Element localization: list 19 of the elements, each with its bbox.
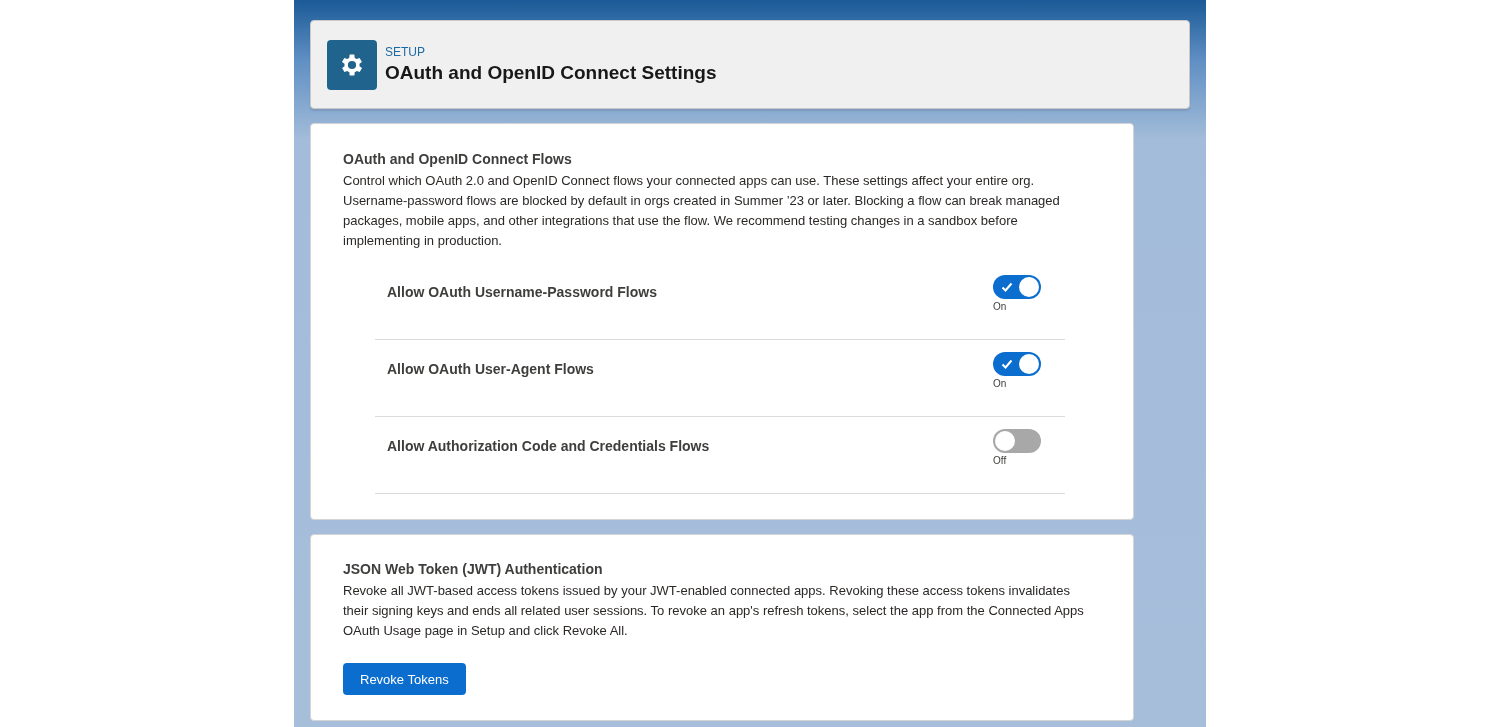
toggle-state-label: On: [993, 378, 1007, 389]
checkmark-icon: [1001, 281, 1013, 293]
checkmark-icon: [1001, 358, 1013, 370]
toggle-switch[interactable]: [993, 275, 1041, 299]
section-description: Revoke all JWT-based access tokens issued by your JWT-enabled connected apps. Revoking these access tokens invalidates their signing keys and ends all related user sessions. To revoke an app's refresh tokens, select the app from the Connected Apps OAuth Usage page in Setup and click Revoke All.: [343, 582, 1085, 640]
page-title: OAuth and OpenID Connect Settings: [385, 62, 717, 84]
setting-label: Allow OAuth Username-Password Flows: [387, 284, 657, 300]
section-description: Control which OAuth 2.0 and OpenID Connect flows your connected apps can use. These settings affect your entire org. Username-password flows are blocked by default in orgs created in Summer ’23 or later. Blocking a flow can break managed packages, mobile apps, and other integrations that use the flow. We recommend testing changes in a sandbox before implementing in production.: [343, 172, 1061, 250]
section-title: OAuth and OpenID Connect Flows: [343, 151, 573, 167]
toggle-state-label: On: [993, 301, 1007, 312]
breadcrumb-label: SETUP: [385, 45, 426, 59]
section-title: JSON Web Token (JWT) Authentication: [343, 561, 604, 577]
toggle-switch[interactable]: [993, 429, 1041, 453]
setting-label: Allow OAuth User-Agent Flows: [387, 361, 594, 377]
revoke-tokens-button[interactable]: Revoke Tokens: [343, 663, 466, 695]
toggle-state-label: Off: [993, 455, 1007, 466]
toggle-switch[interactable]: [993, 352, 1041, 376]
settings-icon: [327, 39, 377, 90]
setting-label: Allow Authorization Code and Credentials Flows: [387, 438, 710, 454]
